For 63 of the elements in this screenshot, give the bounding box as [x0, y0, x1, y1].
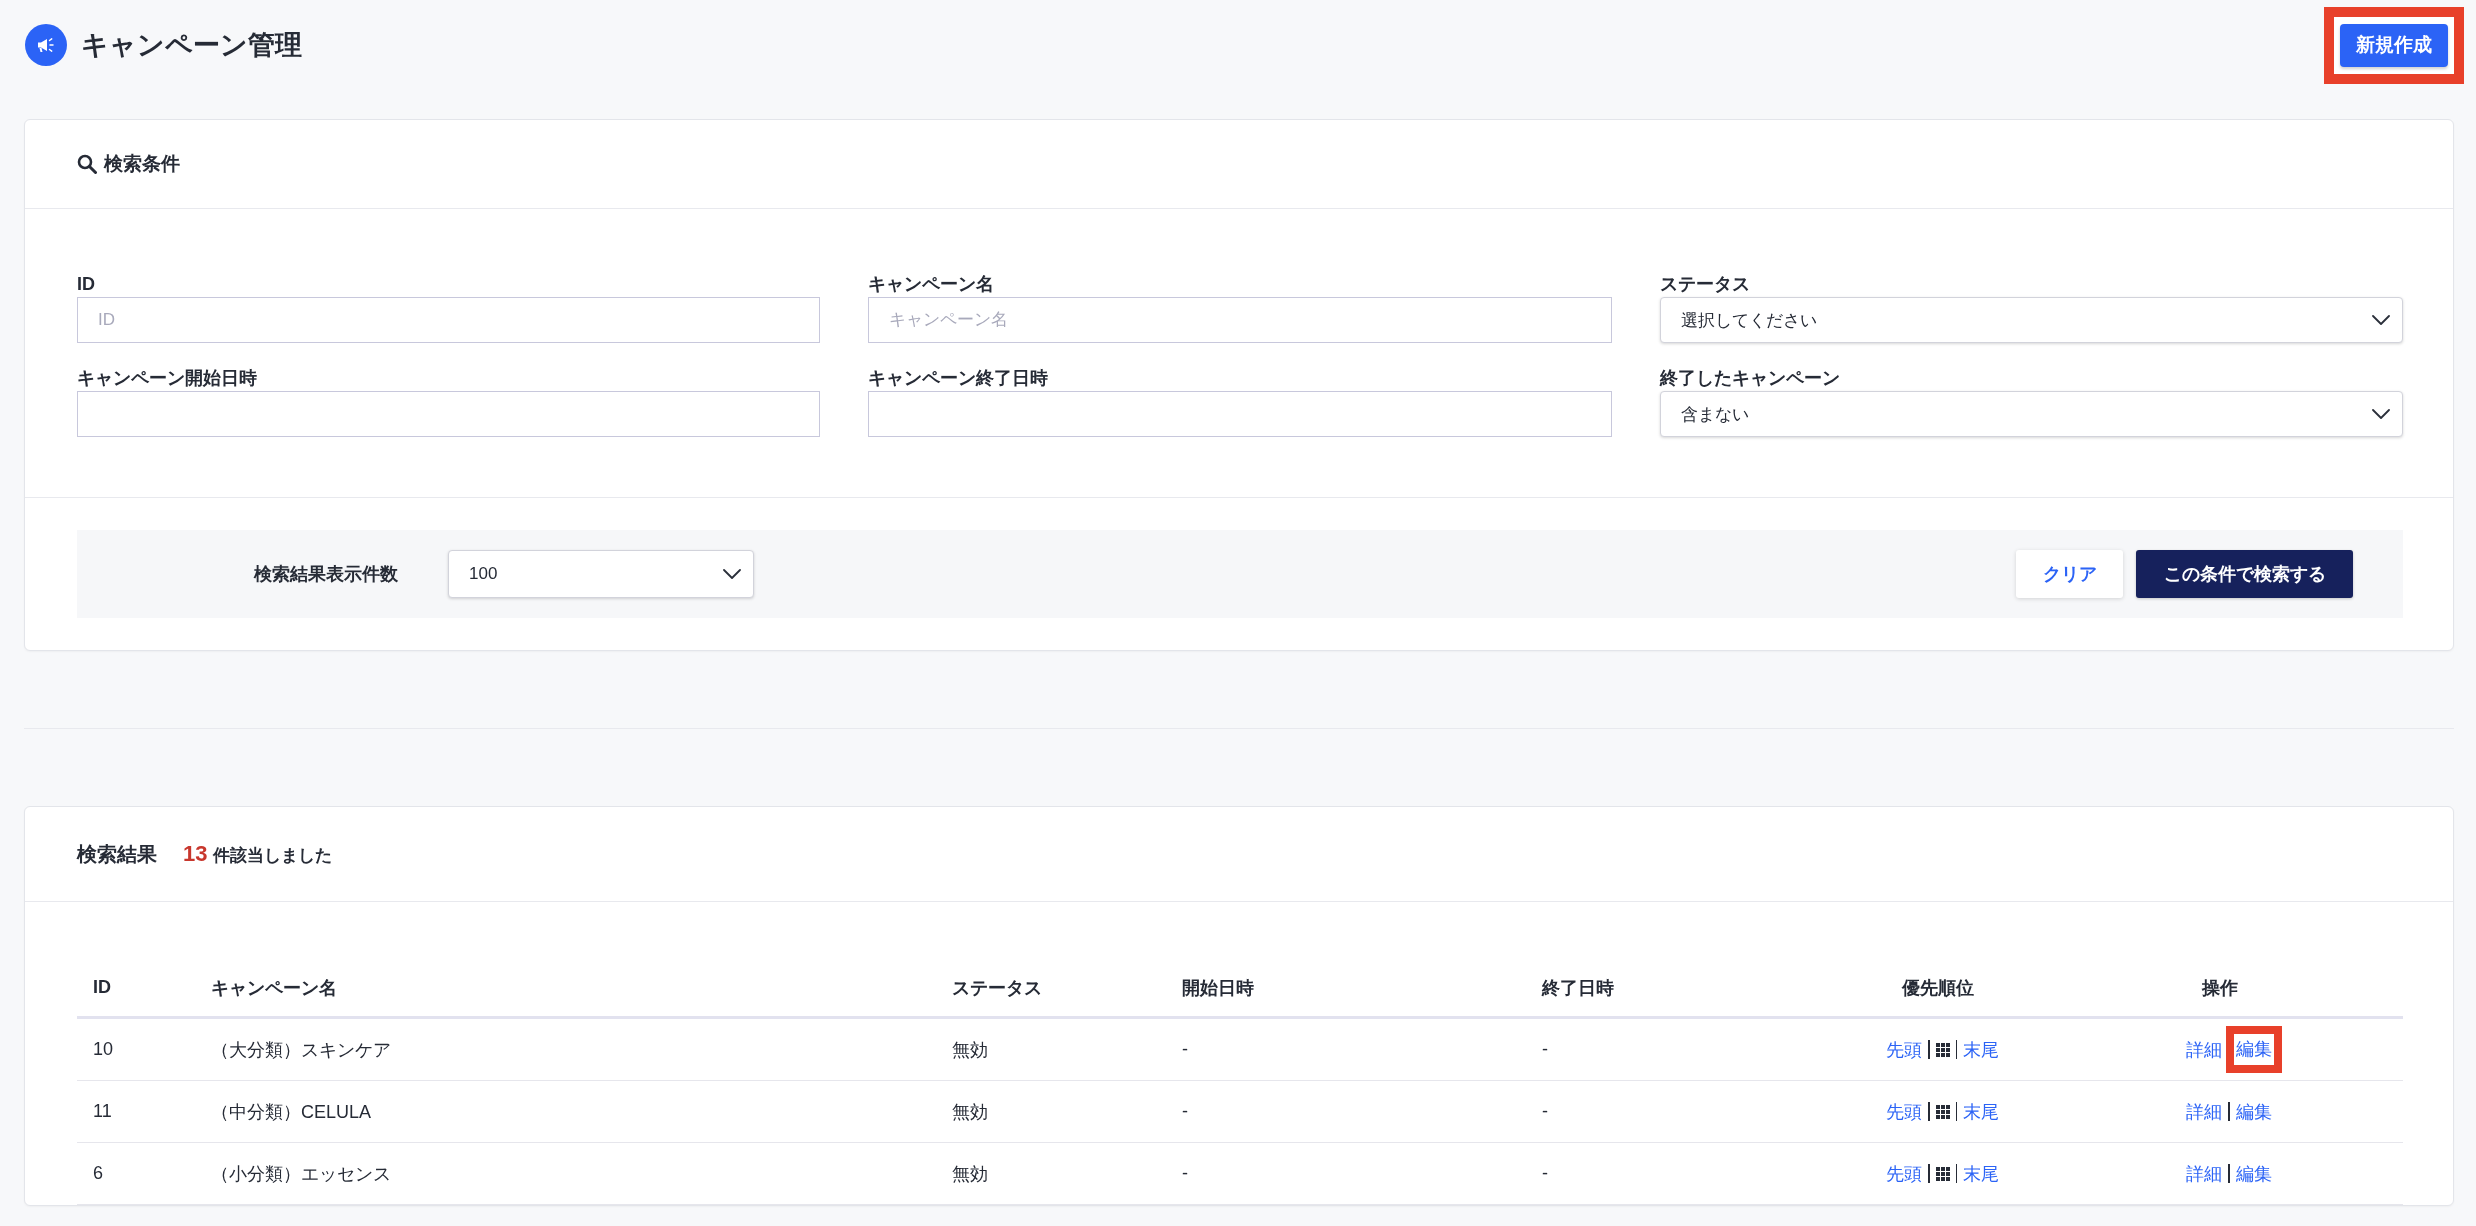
field-label: ID	[77, 273, 95, 296]
column-header: ID	[92, 977, 111, 998]
edit-link[interactable]: 編集	[2235, 1035, 2272, 1064]
detail-link[interactable]: 詳細	[2186, 1037, 2222, 1062]
search-icon	[77, 154, 97, 174]
table-cell-text: （大分類）スキンケア	[210, 1038, 391, 1062]
page-size-label: 検索結果表示件数	[252, 563, 398, 586]
move-top-link[interactable]: 先頭	[1886, 1161, 1922, 1186]
text-field[interactable]	[77, 391, 821, 437]
move-top-link[interactable]: 先頭	[1886, 1099, 1922, 1124]
table-cell-text: （中分類）CELULA	[210, 1100, 372, 1124]
edit-link[interactable]: 編集	[2235, 1161, 2272, 1186]
page-size-select[interactable]: 100	[448, 550, 754, 598]
column-header: 優先順位	[1900, 976, 1974, 1000]
move-bottom-link[interactable]: 末尾	[1963, 1099, 1999, 1124]
detail-link[interactable]: 詳細	[2186, 1099, 2222, 1124]
column-header: ステータス	[951, 976, 1042, 1000]
new-button[interactable]: 新規作成	[2340, 23, 2448, 67]
move-top-link[interactable]: 先頭	[1886, 1037, 1922, 1062]
chevron-icon	[2372, 409, 2390, 419]
column-header: 操作	[2201, 976, 2238, 1000]
page-title: キャンペーン管理	[81, 29, 302, 62]
select-field[interactable]: 含まない	[1659, 391, 2403, 437]
select-field[interactable]: 選択してください	[1659, 297, 2403, 343]
edit-link[interactable]: 編集	[2235, 1099, 2272, 1124]
move-bottom-link[interactable]: 末尾	[1963, 1161, 1999, 1186]
move-bottom-link[interactable]: 末尾	[1963, 1037, 1999, 1062]
field-label: ステータス	[1659, 273, 1750, 296]
text-field[interactable]: キャンペーン名	[868, 297, 1612, 343]
clear-button[interactable]: クリア	[2016, 550, 2123, 598]
text-field[interactable]	[868, 391, 1612, 437]
grid-icon[interactable]	[1935, 1166, 1950, 1181]
column-header: 終了日時	[1540, 976, 1614, 1000]
results-title: 検索結果	[77, 841, 157, 867]
detail-link[interactable]: 詳細	[2186, 1161, 2222, 1186]
table-cell-text: 11	[92, 1101, 112, 1122]
table-cell-text: 6	[92, 1163, 103, 1184]
search-conditions-title: 検索条件	[104, 152, 180, 176]
table-cell-text: -	[1541, 1039, 1548, 1060]
table-cell-text: 無効	[951, 1100, 988, 1124]
chevron-icon	[723, 569, 741, 579]
table-cell-text: -	[1181, 1163, 1188, 1184]
table-cell-text: -	[1541, 1101, 1548, 1122]
field-label: 終了したキャンペーン	[1659, 367, 1840, 390]
megaphone-icon	[25, 24, 67, 66]
table-cell-text: 10	[92, 1039, 114, 1060]
chevron-icon	[2372, 315, 2390, 325]
search-button[interactable]: この条件で検索する	[2136, 550, 2353, 598]
table-cell-text: 無効	[951, 1038, 988, 1062]
table-cell-text: -	[1181, 1101, 1188, 1122]
column-header: キャンペーン名	[210, 976, 337, 1000]
grid-icon[interactable]	[1935, 1104, 1950, 1119]
table-cell-text: -	[1541, 1163, 1548, 1184]
field-label: キャンペーン開始日時	[77, 367, 257, 390]
column-header: 開始日時	[1181, 976, 1254, 1000]
text-field[interactable]: ID	[77, 297, 821, 343]
field-label: キャンペーン終了日時	[868, 367, 1049, 390]
table-cell-text: （小分類）エッセンス	[210, 1162, 391, 1186]
table-cell-text: 無効	[951, 1162, 988, 1186]
field-label: キャンペーン名	[868, 273, 995, 296]
grid-icon[interactable]	[1935, 1042, 1950, 1057]
result-count-text: 13 件該当しました	[183, 841, 333, 867]
table-cell-text: -	[1181, 1039, 1188, 1060]
